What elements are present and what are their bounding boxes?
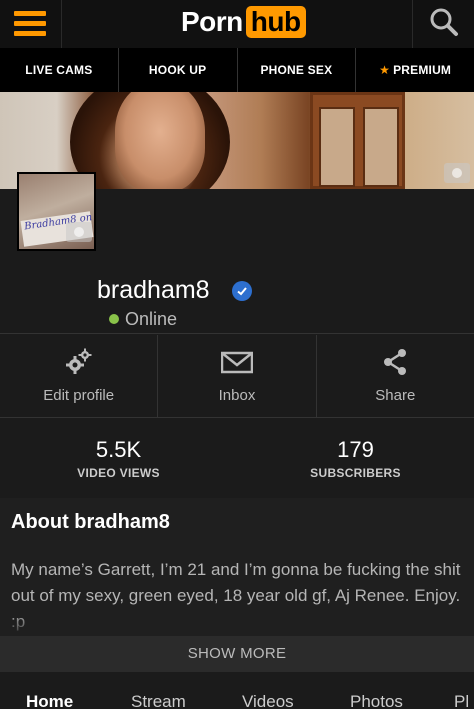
- divider: [0, 333, 474, 334]
- profile-actions: Edit profile Inbox Share: [0, 335, 474, 417]
- about-fade: [0, 612, 474, 636]
- edit-profile-button[interactable]: Edit profile: [0, 335, 159, 417]
- logo-box: hub: [245, 6, 306, 38]
- username: bradham8: [97, 276, 210, 304]
- cover-face: [115, 92, 205, 189]
- online-status: Online: [125, 309, 178, 329]
- search-icon[interactable]: [412, 0, 474, 48]
- gears-icon: [65, 348, 92, 374]
- cover-door: [310, 92, 405, 189]
- envelope-icon: [220, 351, 253, 374]
- verified-badge-icon: [232, 281, 252, 301]
- nav-label: HOOK UP: [148, 63, 207, 77]
- hamburger-menu-icon[interactable]: [0, 0, 62, 48]
- top-bar: Porn hub: [0, 0, 474, 48]
- share-icon: [384, 349, 407, 375]
- inbox-button[interactable]: Inbox: [158, 335, 317, 417]
- profile-tabs: Home Stream Videos Photos Pl: [0, 672, 474, 709]
- tab-photos[interactable]: Photos: [350, 692, 403, 709]
- tab-playlists[interactable]: Pl: [454, 692, 469, 709]
- tab-videos[interactable]: Videos: [242, 692, 294, 709]
- nav-label: PREMIUM: [393, 63, 452, 77]
- video-views-value: 5.5K: [95, 437, 142, 462]
- star-icon: ★: [379, 63, 391, 77]
- about-section: About bradham8 My name’s Garrett, I’m 21…: [0, 498, 474, 636]
- site-logo[interactable]: Porn hub: [181, 5, 306, 39]
- nav-label: PHONE SEX: [260, 63, 333, 77]
- tab-stream[interactable]: Stream: [131, 692, 186, 709]
- main-nav: LIVE CAMS HOOK UP PHONE SEX ★ PREMIUM: [0, 48, 474, 92]
- subscribers-value: 179: [337, 437, 374, 462]
- video-views-label: VIDEO VIEWS: [77, 466, 160, 480]
- nav-premium[interactable]: ★ PREMIUM: [356, 48, 474, 92]
- online-status-dot-icon: [109, 314, 119, 324]
- profile-stats: 5.5K VIDEO VIEWS 179 SUBSCRIBERS: [0, 418, 474, 498]
- nav-hook-up[interactable]: HOOK UP: [119, 48, 238, 92]
- about-title: About bradham8: [11, 511, 170, 533]
- show-more-button[interactable]: SHOW MORE: [0, 636, 474, 672]
- subscribers-stat[interactable]: 179 SUBSCRIBERS: [237, 418, 474, 498]
- video-views-stat: 5.5K VIDEO VIEWS: [0, 418, 237, 498]
- inbox-label: Inbox: [218, 387, 256, 404]
- share-button[interactable]: Share: [317, 335, 474, 417]
- subscribers-label: SUBSCRIBERS: [310, 466, 401, 480]
- nav-label: LIVE CAMS: [25, 63, 93, 77]
- logo-word: Porn: [181, 6, 243, 37]
- avatar-camera-icon[interactable]: [66, 222, 92, 242]
- edit-profile-label: Edit profile: [43, 387, 115, 404]
- tab-home[interactable]: Home: [26, 692, 73, 709]
- share-label: Share: [375, 387, 416, 404]
- nav-live-cams[interactable]: LIVE CAMS: [0, 48, 119, 92]
- nav-phone-sex[interactable]: PHONE SEX: [238, 48, 357, 92]
- cover-camera-icon[interactable]: [444, 163, 470, 183]
